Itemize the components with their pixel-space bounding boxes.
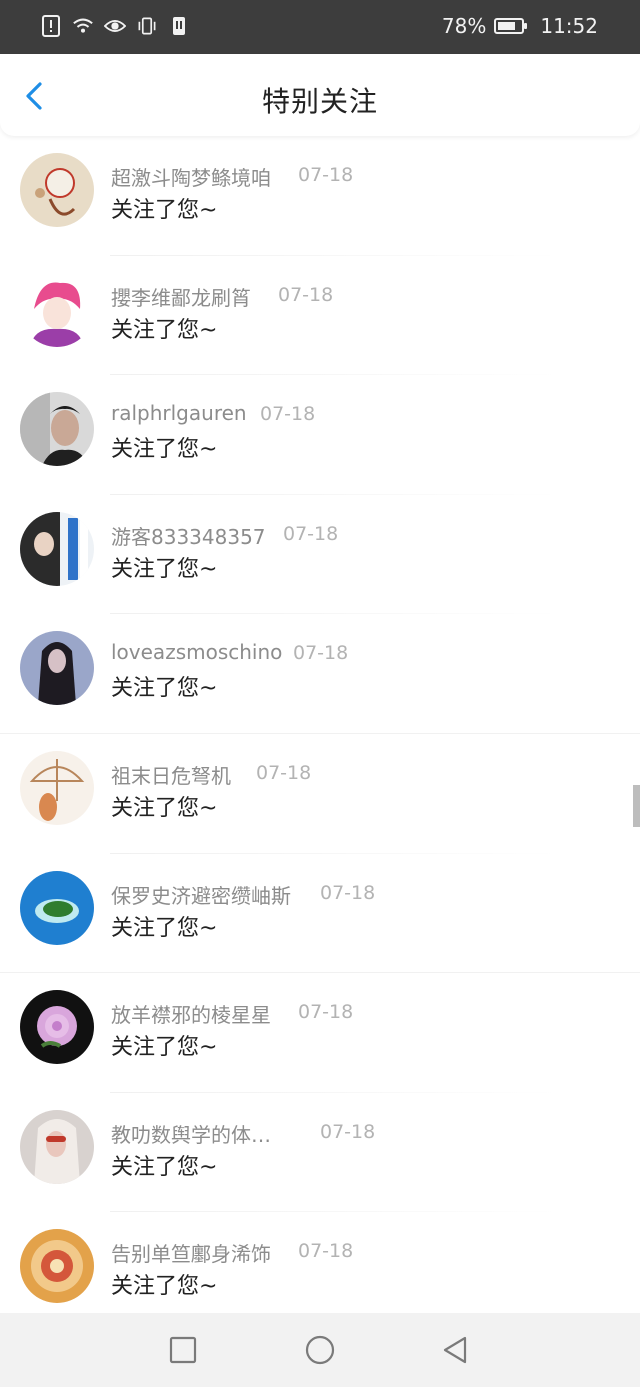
date: 07-18 bbox=[260, 403, 316, 426]
message: 关注了您~ bbox=[111, 1154, 218, 1180]
status-icons-right: 78% 11:52 bbox=[442, 14, 598, 38]
list-item[interactable]: 祖末日危弩机 07-18 关注了您~ bbox=[0, 734, 640, 854]
date: 07-18 bbox=[298, 1240, 354, 1263]
list-item[interactable]: 攖李维鄙龙刷筲 07-18 关注了您~ bbox=[0, 256, 640, 376]
battery-percent: 78% bbox=[441, 14, 487, 38]
user-name[interactable]: loveazsmoschino bbox=[111, 640, 282, 664]
home-button[interactable] bbox=[304, 1335, 335, 1365]
user-name[interactable]: 教叻数舆学的体… bbox=[111, 1119, 271, 1148]
avatar[interactable] bbox=[20, 153, 94, 227]
date: 07-18 bbox=[256, 761, 312, 784]
wifi-icon bbox=[72, 14, 94, 38]
list-item[interactable]: loveazsmoschino 07-18 关注了您~ bbox=[0, 614, 640, 734]
recent-apps-icon bbox=[169, 1336, 197, 1364]
message: 关注了您~ bbox=[111, 1035, 218, 1061]
system-nav-bar bbox=[0, 1313, 640, 1387]
user-name[interactable]: 告别单笪鄽身浠饰 bbox=[111, 1238, 271, 1267]
back-triangle-icon bbox=[443, 1336, 467, 1364]
message: 关注了您~ bbox=[111, 437, 218, 463]
date: 07-18 bbox=[283, 522, 339, 545]
scrollbar[interactable] bbox=[633, 785, 640, 827]
list-item[interactable]: ralphrlgauren 07-18 关注了您~ bbox=[0, 375, 640, 495]
message: 关注了您~ bbox=[111, 556, 218, 582]
avatar[interactable] bbox=[20, 631, 94, 706]
avatar[interactable] bbox=[20, 1229, 94, 1304]
message: 关注了您~ bbox=[111, 915, 218, 941]
avatar[interactable] bbox=[20, 1109, 94, 1184]
message: 关注了您~ bbox=[111, 1274, 218, 1300]
status-bar: 78% 11:52 bbox=[0, 0, 640, 54]
avatar[interactable] bbox=[20, 272, 94, 347]
user-name[interactable]: 攖李维鄙龙刷筲 bbox=[111, 282, 251, 311]
avatar[interactable] bbox=[20, 750, 94, 825]
date: 07-18 bbox=[320, 1120, 376, 1143]
message: 关注了您~ bbox=[111, 198, 218, 223]
avatar[interactable] bbox=[20, 392, 94, 467]
status-icons-left bbox=[40, 14, 190, 38]
list-item[interactable]: 放羊襟邪的棱星星 07-18 关注了您~ bbox=[0, 973, 640, 1093]
page-title: 特别关注 bbox=[261, 85, 378, 118]
page-header: 特别关注 bbox=[0, 54, 640, 136]
list-item[interactable]: 教叻数舆学的体… 07-18 关注了您~ bbox=[0, 1093, 640, 1213]
home-icon bbox=[305, 1335, 335, 1365]
message: 关注了您~ bbox=[111, 795, 218, 821]
battery-icon bbox=[494, 18, 528, 34]
back-nav-button[interactable] bbox=[440, 1335, 470, 1365]
user-name[interactable]: ralphrlgauren bbox=[111, 401, 247, 425]
vibrate-icon bbox=[136, 14, 158, 38]
eye-icon bbox=[104, 14, 126, 38]
follow-list: 超激斗陶梦鲦境咱 07-18 关注了您~ 攖李维鄙龙刷筲 07-18 关注了您~ bbox=[0, 136, 640, 1332]
user-name[interactable]: 放羊襟邪的棱星星 bbox=[111, 999, 271, 1028]
user-name[interactable]: 超激斗陶梦鲦境咱 bbox=[111, 162, 271, 191]
date: 07-18 bbox=[320, 881, 376, 904]
avatar[interactable] bbox=[20, 511, 94, 586]
list-item[interactable]: 游客833348357 07-18 关注了您~ bbox=[0, 495, 640, 615]
sim-icon bbox=[168, 14, 190, 38]
date: 07-18 bbox=[298, 1001, 354, 1024]
clock: 11:52 bbox=[540, 14, 598, 38]
date: 07-18 bbox=[298, 164, 354, 186]
avatar[interactable] bbox=[20, 870, 94, 945]
message: 关注了您~ bbox=[111, 676, 218, 702]
alert-icon bbox=[40, 14, 62, 38]
user-name[interactable]: 保罗史济避密缵岫斯 bbox=[111, 880, 291, 909]
user-name[interactable]: 游客833348357 bbox=[111, 521, 266, 550]
list-item[interactable]: 超激斗陶梦鲦境咱 07-18 关注了您~ bbox=[0, 136, 640, 256]
avatar[interactable] bbox=[20, 990, 94, 1065]
recent-apps-button[interactable] bbox=[168, 1335, 198, 1365]
message: 关注了您~ bbox=[111, 317, 218, 343]
list-item[interactable]: 保罗史济避密缵岫斯 07-18 关注了您~ bbox=[0, 854, 640, 974]
date: 07-18 bbox=[278, 283, 334, 306]
user-name[interactable]: 祖末日危弩机 bbox=[111, 760, 231, 789]
date: 07-18 bbox=[293, 642, 349, 665]
